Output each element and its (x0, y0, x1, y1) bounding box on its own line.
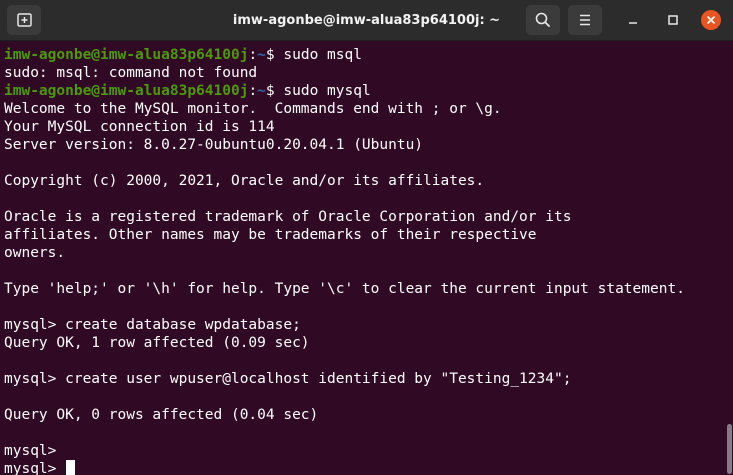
output-line: Welcome to the MySQL monitor. Commands e… (4, 100, 726, 118)
output-line: Query OK, 1 row affected (0.09 sec) (4, 334, 726, 352)
output-line: owners. (4, 244, 726, 262)
output-text: sudo: msql: command not found (4, 65, 258, 81)
text-cursor (66, 460, 76, 475)
scrollbar-thumb[interactable] (727, 424, 732, 474)
terminal-output[interactable]: imw-agonbe@imw-alua83p64100j:~$ sudo msq… (4, 46, 726, 475)
minimize-icon (629, 22, 637, 24)
prompt-path: ~ (257, 83, 266, 99)
prompt-user: imw-agonbe@imw-alua83p64100j (4, 83, 249, 99)
scrollbar[interactable] (727, 42, 733, 475)
prompt-user: imw-agonbe@imw-alua83p64100j (4, 47, 249, 63)
output-text: mysql> create user wpuser@localhost iden… (4, 371, 572, 387)
output-text: Query OK, 1 row affected (0.09 sec) (4, 335, 310, 351)
output-line: Query OK, 0 rows affected (0.04 sec) (4, 406, 726, 424)
output-text: mysql> (4, 461, 66, 475)
terminal-window: imw-agonbe@imw-alua83p64100j: ~ imw-agon… (0, 0, 733, 475)
minimize-button[interactable] (622, 9, 644, 31)
prompt-symbol: $ (265, 83, 284, 99)
output-line: Copyright (c) 2000, 2021, Oracle and/or … (4, 172, 726, 190)
output-text: affiliates. Other names may be trademark… (4, 227, 537, 243)
prompt-line: imw-agonbe@imw-alua83p64100j:~$ sudo msq… (4, 46, 726, 64)
output-line: mysql> create user wpuser@localhost iden… (4, 370, 726, 388)
search-icon (535, 12, 550, 27)
command-text: sudo msql (283, 47, 362, 63)
output-text: Welcome to the MySQL monitor. Commands e… (4, 101, 502, 117)
menu-button[interactable] (568, 5, 602, 35)
output-line: Your MySQL connection id is 114 (4, 118, 726, 136)
output-line: mysql> create database wpdatabase; (4, 316, 726, 334)
close-button[interactable] (700, 9, 722, 31)
output-line: Oracle is a registered trademark of Orac… (4, 208, 726, 226)
output-text: mysql> create database wpdatabase; (4, 317, 301, 333)
output-text: Server version: 8.0.27-0ubuntu0.20.04.1 … (4, 137, 424, 153)
maximize-icon (668, 15, 678, 25)
new-tab-icon (17, 13, 32, 27)
search-button[interactable] (526, 5, 560, 35)
prompt-separator: : (248, 47, 258, 63)
output-line: affiliates. Other names may be trademark… (4, 226, 726, 244)
output-text: Copyright (c) 2000, 2021, Oracle and/or … (4, 173, 485, 189)
output-line: sudo: msql: command not found (4, 64, 726, 82)
output-text: Query OK, 0 rows affected (0.04 sec) (4, 407, 319, 423)
prompt-symbol: $ (265, 47, 284, 63)
hamburger-menu-icon (580, 14, 590, 26)
output-text: mysql> (4, 443, 66, 459)
prompt-separator: : (248, 83, 258, 99)
output-line: mysql> (4, 460, 726, 475)
output-text: owners. (4, 245, 66, 261)
maximize-button[interactable] (662, 9, 684, 31)
prompt-line: imw-agonbe@imw-alua83p64100j:~$ sudo mys… (4, 82, 726, 100)
output-text: Your MySQL connection id is 114 (4, 119, 275, 135)
output-text: Type 'help;' or '\h' for help. Type '\c'… (4, 281, 685, 297)
output-line: Server version: 8.0.27-0ubuntu0.20.04.1 … (4, 136, 726, 154)
new-tab-button[interactable] (7, 5, 41, 35)
command-text: sudo mysql (283, 83, 371, 99)
prompt-path: ~ (257, 47, 266, 63)
output-line: Type 'help;' or '\h' for help. Type '\c'… (4, 280, 726, 298)
output-text: Oracle is a registered trademark of Orac… (4, 209, 572, 225)
output-line: mysql> (4, 442, 726, 460)
title-bar[interactable]: imw-agonbe@imw-alua83p64100j: ~ (0, 0, 733, 41)
close-icon (701, 10, 721, 30)
